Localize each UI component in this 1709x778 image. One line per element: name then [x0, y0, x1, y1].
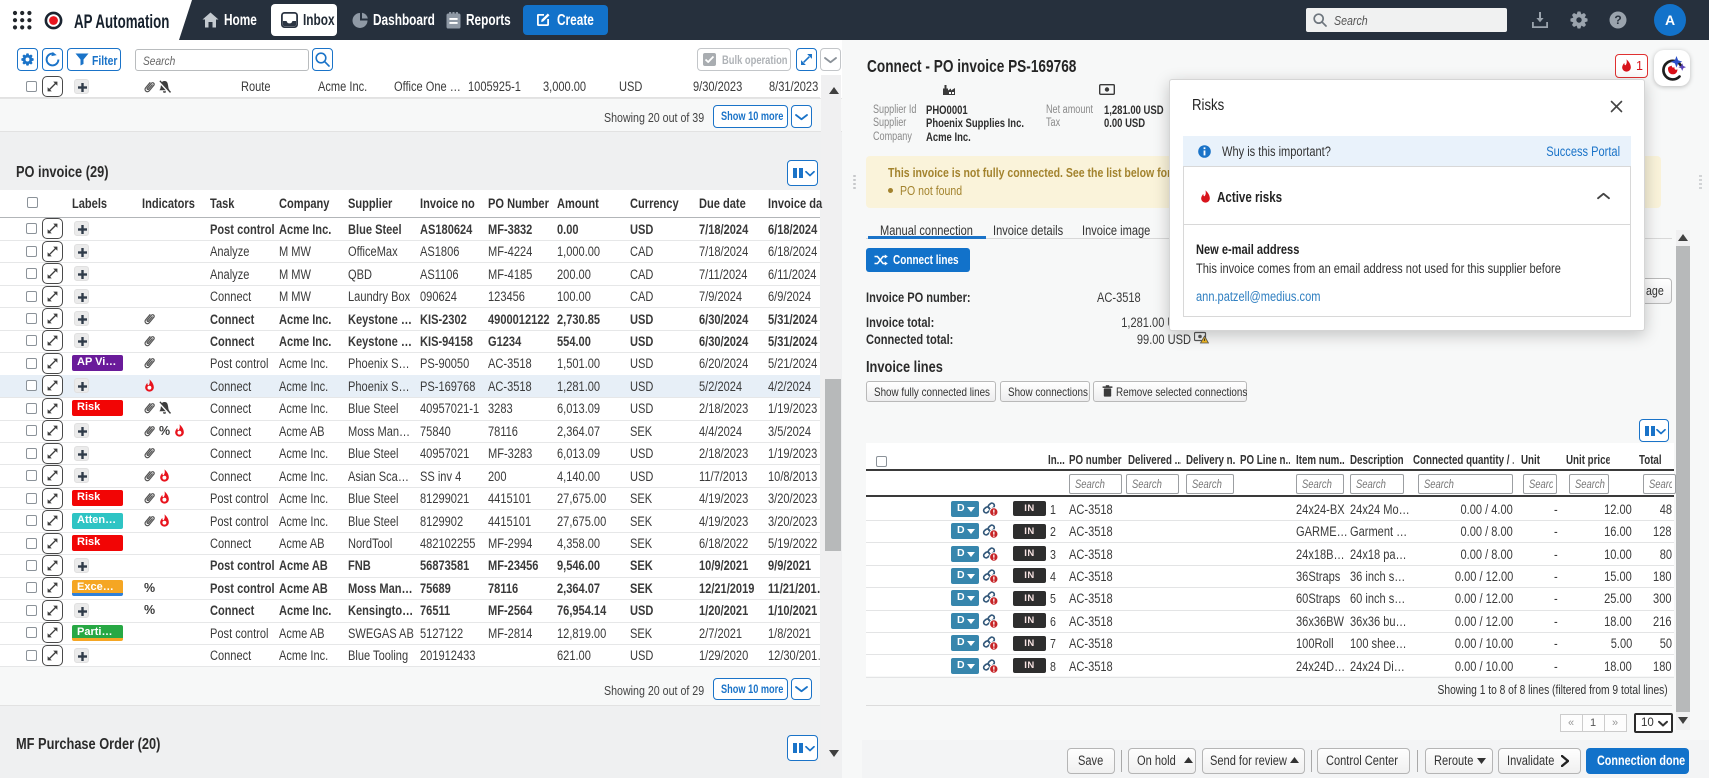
svg-text:?: ? — [1614, 13, 1621, 27]
